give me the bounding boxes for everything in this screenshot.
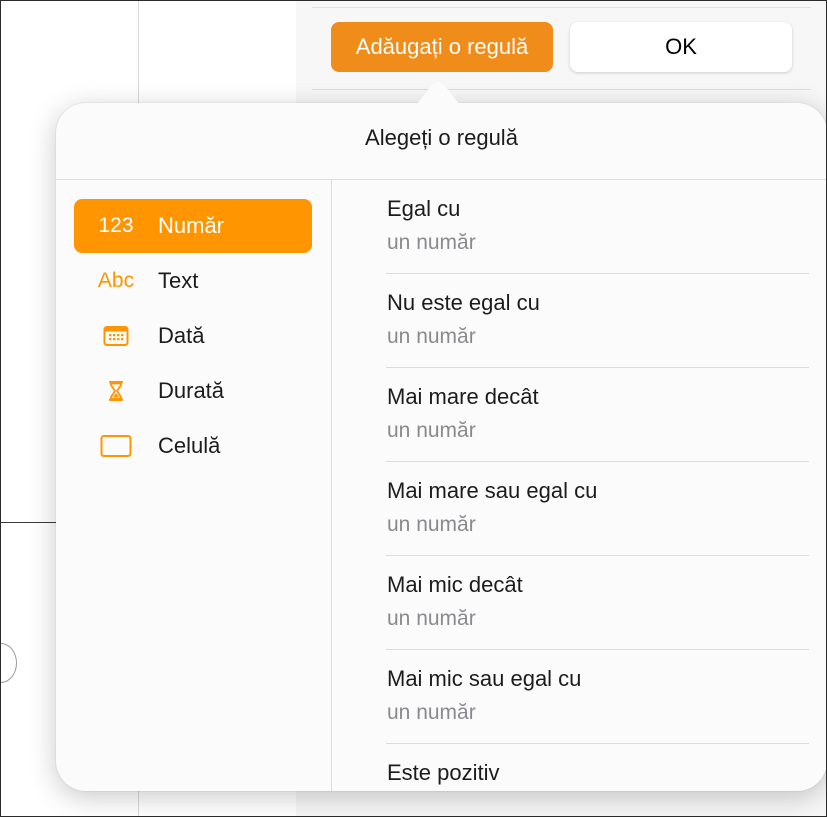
rule-is-positive[interactable]: Este pozitiv	[386, 744, 809, 791]
rule-title: Mai mare sau egal cu	[387, 478, 598, 503]
rule-subtitle: un număr	[387, 419, 476, 442]
number-icon: 123	[98, 214, 134, 237]
rule-subtitle: un număr	[387, 607, 476, 630]
popover-arrow	[416, 82, 460, 105]
category-text[interactable]: Abc Text	[74, 254, 312, 308]
sidebar-separator	[312, 89, 811, 90]
rule-title: Mai mic decât	[387, 572, 523, 597]
rule-title: Egal cu	[387, 196, 461, 221]
text-icon: Abc	[97, 269, 135, 292]
background-control	[1, 643, 17, 683]
rule-title: Este pozitiv	[387, 760, 500, 785]
category-number[interactable]: 123 Număr	[74, 199, 312, 253]
rule-equal-to[interactable]: Egal cu un număr	[386, 180, 809, 274]
category-date[interactable]: Dată	[74, 309, 312, 363]
category-label: Număr	[158, 213, 225, 238]
sidebar-separator	[312, 7, 811, 8]
rule-subtitle: un număr	[387, 231, 476, 254]
category-label: Celulă	[158, 433, 221, 458]
rule-not-equal-to[interactable]: Nu este egal cu un număr	[386, 274, 809, 368]
rule-greater-or-equal[interactable]: Mai mare sau egal cu un număr	[386, 462, 809, 556]
app-window: Adăugați o regulă OK Alegeți o regulă 12…	[0, 0, 827, 817]
rule-subtitle: un număr	[387, 513, 476, 536]
column-divider	[331, 180, 332, 791]
category-label: Dată	[158, 323, 205, 348]
rule-subtitle: un număr	[387, 701, 476, 724]
rule-category-list: 123 Număr Abc Text Dată Durată Celulă	[74, 199, 312, 474]
popover-title: Alegeți o regulă	[365, 125, 518, 150]
rule-title: Mai mare decât	[387, 384, 539, 409]
hourglass-icon	[74, 380, 158, 402]
category-label: Durată	[158, 378, 225, 403]
rule-less-than[interactable]: Mai mic decât un număr	[386, 556, 809, 650]
category-duration[interactable]: Durată	[74, 364, 312, 418]
add-rule-button[interactable]: Adăugați o regulă	[331, 22, 553, 72]
category-cell[interactable]: Celulă	[74, 419, 312, 473]
category-label: Text	[158, 268, 199, 293]
rule-subtitle: un număr	[387, 325, 476, 348]
rule-less-or-equal[interactable]: Mai mic sau egal cu un număr	[386, 650, 809, 744]
rule-list: Egal cu un număr Nu este egal cu un numă…	[386, 180, 809, 791]
rule-greater-than[interactable]: Mai mare decât un număr	[386, 368, 809, 462]
choose-rule-popover: Alegeți o regulă 123 Număr Abc Text Dată…	[56, 103, 826, 791]
cell-icon	[74, 434, 158, 458]
rule-title: Mai mic sau egal cu	[387, 666, 582, 691]
calendar-icon	[74, 325, 158, 347]
ok-button[interactable]: OK	[570, 22, 792, 72]
rule-title: Nu este egal cu	[387, 290, 540, 315]
